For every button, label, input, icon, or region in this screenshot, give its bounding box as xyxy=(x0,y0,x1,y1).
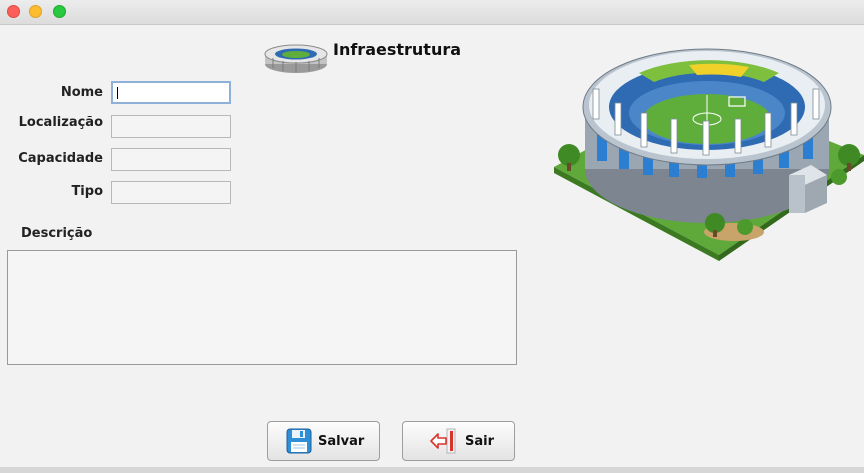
floppy-disk-icon xyxy=(286,428,312,454)
localizacao-label: Localização xyxy=(18,115,103,130)
capacidade-input[interactable] xyxy=(111,148,231,171)
exit-door-icon xyxy=(430,428,456,454)
tipo-input[interactable] xyxy=(111,181,231,204)
app-window: Infraestrutura Nome Localização Capacida… xyxy=(0,0,864,473)
save-button-label: Salvar xyxy=(318,433,365,449)
text-caret xyxy=(117,87,118,99)
nome-input[interactable] xyxy=(111,81,231,104)
tipo-label: Tipo xyxy=(71,184,103,199)
close-window-button[interactable] xyxy=(7,5,20,18)
descricao-label: Descrição xyxy=(21,226,93,241)
maximize-window-button[interactable] xyxy=(53,5,66,18)
exit-button-label: Sair xyxy=(465,433,495,449)
capacidade-label: Capacidade xyxy=(18,151,103,166)
exit-button[interactable]: Sair xyxy=(402,421,515,461)
descricao-textarea[interactable] xyxy=(7,250,517,365)
localizacao-input[interactable] xyxy=(111,115,231,138)
nome-label: Nome xyxy=(60,85,103,100)
minimize-window-button[interactable] xyxy=(29,5,42,18)
stadium-illustration xyxy=(554,48,864,261)
save-button[interactable]: Salvar xyxy=(267,421,380,461)
window-bottom-edge xyxy=(0,467,864,473)
title-bar xyxy=(0,0,864,25)
stadium-icon xyxy=(264,44,328,73)
page-title: Infraestrutura xyxy=(333,40,462,59)
